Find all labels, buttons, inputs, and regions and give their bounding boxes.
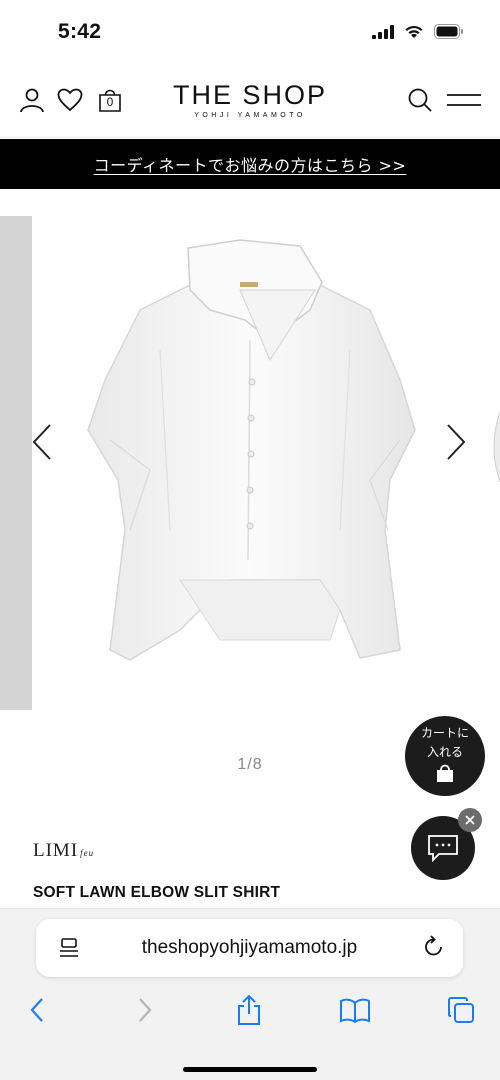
url-text: theshopyohjiyamamoto.jp: [141, 937, 358, 958]
back-icon: [30, 998, 43, 1022]
product-gallery: 1/8: [0, 190, 500, 800]
reload-icon[interactable]: [423, 935, 445, 959]
tabs-icon: [448, 997, 474, 1023]
signal-icon: [372, 24, 394, 39]
site-header: 0 THE SHOP YOHJI YAMAMOTO: [0, 66, 500, 138]
previous-slide-peek[interactable]: [0, 216, 32, 710]
bookmarks-button[interactable]: [338, 993, 372, 1027]
add-to-cart-label-1: カートに: [420, 726, 469, 740]
product-title: SOFT LAWN ELBOW SLIT SHIRT: [33, 884, 281, 901]
chat-bubble-icon: [428, 835, 458, 862]
brand-suffix: feu: [80, 848, 95, 858]
search-icon[interactable]: [406, 86, 434, 114]
bookmarks-icon: [340, 998, 370, 1023]
back-button[interactable]: [20, 993, 54, 1027]
status-time: 5:42: [58, 20, 102, 43]
wifi-icon: [405, 25, 423, 38]
coordinate-banner: コーディネートでお悩みの方はこちら >>: [0, 139, 500, 189]
shopping-bag-icon: [437, 764, 453, 782]
address-bar[interactable]: theshopyohjiyamamoto.jp: [36, 919, 463, 977]
menu-icon[interactable]: [446, 86, 482, 114]
battery-icon: [434, 24, 463, 39]
forward-icon: [139, 998, 152, 1022]
next-slide-peek[interactable]: [488, 412, 500, 482]
add-to-cart-button[interactable]: カートに 入れる: [405, 716, 485, 796]
home-indicator[interactable]: [183, 1067, 317, 1072]
tabs-button[interactable]: [444, 993, 478, 1027]
brand-name: LIMI: [33, 840, 79, 861]
share-button[interactable]: [232, 993, 266, 1027]
product-image[interactable]: [70, 230, 440, 690]
status-bar: 5:42: [0, 0, 500, 66]
status-icons: [372, 24, 464, 39]
share-icon: [238, 994, 260, 1025]
coordinate-link[interactable]: コーディネートでお悩みの方はこちら >>: [94, 152, 407, 176]
close-icon: [465, 815, 475, 825]
add-to-cart-label-2: 入れる: [426, 745, 463, 759]
browser-toolbar: theshopyohjiyamamoto.jp: [0, 908, 500, 1080]
chat-close-button[interactable]: [458, 808, 482, 832]
gallery-prev-arrow[interactable]: [30, 422, 56, 462]
brand-logo[interactable]: LIMI feu: [33, 840, 94, 862]
gallery-next-arrow[interactable]: [442, 422, 468, 462]
forward-button[interactable]: [128, 993, 162, 1027]
